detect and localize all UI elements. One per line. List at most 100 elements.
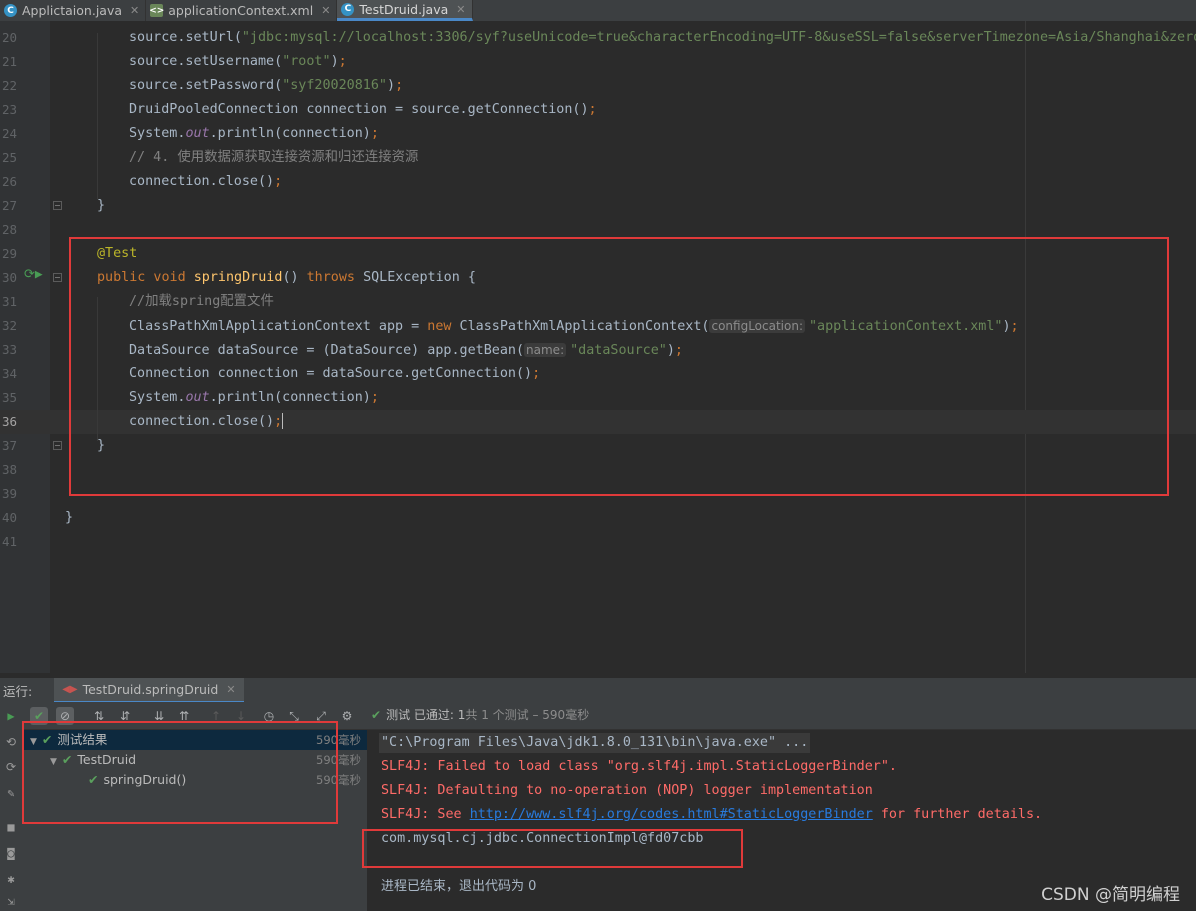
code-token: ) [387,78,396,93]
code-text: source.setUrl("jdbc:mysql://localhost:33… [129,26,1196,50]
code-token: } [97,198,106,213]
fold-icon[interactable] [53,201,62,210]
rerun-icon[interactable]: ▶ [4,709,18,723]
code-line[interactable]: 24 System.out.println(connection); [0,122,1196,146]
debug-icon[interactable]: ✱ [4,872,18,886]
fold-icon[interactable] [53,441,62,450]
run-panel-header: 运行: ◀▶ TestDruid.springDruid ✕ [0,677,1196,703]
close-icon[interactable]: ✕ [456,3,465,16]
code-line[interactable]: 30 public void springDruid() throws SQLEx… [0,266,1196,290]
stop-icon[interactable]: ■ [4,820,18,834]
indent-guide [97,297,98,441]
editor-tab-bar: C Applictaion.java ✕ <> applicationConte… [0,0,1196,22]
code-line[interactable]: 28 [0,218,1196,242]
code-token: "dataSource" [570,343,667,358]
code-token: ( [233,30,242,45]
code-line[interactable]: 40} [0,506,1196,530]
code-token: System. [129,390,186,405]
code-token: ; [674,343,683,358]
rerun-failed-icon[interactable]: ⟲ [4,735,18,749]
prev-failed-icon[interactable]: ↑ [207,707,225,725]
tree-item-springdruid[interactable]: ✔ springDruid() 590毫秒 [22,770,367,790]
code-line[interactable]: 35 System.out.println(connection); [0,386,1196,410]
code-line[interactable]: 36 connection.close(); [0,410,1196,434]
code-token: DataSource dataSource = (DataSource) app… [129,343,525,358]
line-number: 40 [1,510,17,525]
close-icon[interactable]: ✕ [130,4,139,17]
line-number: 25 [1,150,17,165]
line-number: 37 [1,438,17,453]
tab-testdruid-java[interactable]: C TestDruid.java ✕ [337,0,473,21]
line-number: 41 [1,534,17,549]
line-number: 33 [1,342,17,357]
code-line[interactable]: 39 [0,482,1196,506]
line-number: 26 [1,174,17,189]
code-line[interactable]: 37} [0,434,1196,458]
expand-all-icon[interactable]: ⇊ [150,707,168,725]
tab-application-context-xml[interactable]: <> applicationContext.xml ✕ [146,0,338,21]
tab-label: Applictaion.java [22,3,123,18]
collapse-all-icon[interactable]: ⇈ [175,707,193,725]
passed-check-icon: ✔ [371,708,382,722]
console-text: for further details. [872,807,1043,822]
export-icon[interactable]: ⤢ [312,707,330,725]
code-token: DruidPooledConnection connection = sourc… [129,102,589,117]
toggle-auto-test-icon[interactable]: ⟳ [4,760,18,774]
camera-icon[interactable]: ◙ [4,846,18,860]
show-ignored-icon[interactable]: ⊘ [56,707,74,725]
code-line[interactable]: 41 [0,530,1196,554]
code-editor[interactable]: 20 source.setUrl("jdbc:mysql://localhost:… [0,21,1196,673]
code-line[interactable]: 22 source.setPassword("syf20020816"); [0,74,1196,98]
chevron-down-icon[interactable]: ▼ [50,757,57,767]
fold-icon[interactable] [53,273,62,282]
chevron-down-icon[interactable]: ▼ [30,737,37,747]
sort-alpha-icon[interactable]: ⇅ [90,707,108,725]
line-number: 36 [1,414,17,429]
console-link[interactable]: http://www.slf4j.org/codes.html#StaticLo… [470,807,873,822]
tree-item-testdruid[interactable]: ▼ ✔ TestDruid 590毫秒 [22,750,367,770]
code-line[interactable]: 32 ClassPathXmlApplicationContext app = n… [0,314,1196,338]
code-line[interactable]: 20 source.setUrl("jdbc:mysql://localhost:… [0,26,1196,50]
code-line[interactable]: 27} [0,194,1196,218]
code-text: System.out.println(connection); [129,122,379,146]
close-icon[interactable]: ✕ [321,4,330,17]
wrench-icon[interactable]: ✎ [4,786,18,800]
next-failed-icon[interactable]: ↓ [232,707,250,725]
settings-gear-icon[interactable]: ⚙ [338,707,356,725]
code-token: @Test [97,246,138,261]
code-text: ClassPathXmlApplicationContext app = new… [129,314,1019,339]
run-tab[interactable]: ◀▶ TestDruid.springDruid ✕ [54,678,244,703]
code-line[interactable]: 38 [0,458,1196,482]
code-token: //加载spring配置文件 [129,294,274,309]
import-icon[interactable]: ⇲ [4,894,18,908]
run-config-icon: ◀▶ [62,684,78,695]
console-command-line[interactable]: "C:\Program Files\Java\jdk1.8.0_131\bin\… [379,733,811,753]
show-passed-icon[interactable]: ✔ [30,707,48,725]
sort-duration-icon[interactable]: ⇵ [116,707,134,725]
status-passed-label: 测试 已通过: [386,708,454,722]
run-test-icon[interactable]: ⟳▶ [24,267,43,282]
tab-applictaion-java[interactable]: C Applictaion.java ✕ [0,0,147,21]
code-text: DruidPooledConnection connection = sourc… [129,98,597,122]
code-text: source.setUsername("root"); [129,50,347,74]
line-number: 39 [1,486,17,501]
code-line[interactable]: 26 connection.close(); [0,170,1196,194]
history-icon[interactable]: ◷ [260,707,278,725]
code-text: System.out.println(connection); [129,386,379,410]
code-token: ; [274,174,283,189]
code-token: public void [97,270,194,285]
code-line[interactable]: 25 // 4. 使用数据源获取连接资源和归还连接资源 [0,146,1196,170]
passed-check-icon: ✔ [88,772,99,787]
code-line[interactable]: 34 Connection connection = dataSource.get… [0,362,1196,386]
code-token: ; [274,414,283,429]
code-line[interactable]: 29 @Test [0,242,1196,266]
code-line[interactable]: 21 source.setUsername("root"); [0,50,1196,74]
code-text: public void springDruid() throws SQLExce… [97,266,476,290]
tree-item-test-results[interactable]: ▼ ✔ 测试结果 590毫秒 [22,730,367,750]
parameter-hint: name: [524,343,567,357]
import-tests-icon[interactable]: ⤡ [285,707,303,725]
close-icon[interactable]: ✕ [226,683,235,696]
code-line[interactable]: 33 DataSource dataSource = (DataSource) a… [0,338,1196,362]
code-line[interactable]: 23 DruidPooledConnection connection = sou… [0,98,1196,122]
code-line[interactable]: 31 //加载spring配置文件 [0,290,1196,314]
